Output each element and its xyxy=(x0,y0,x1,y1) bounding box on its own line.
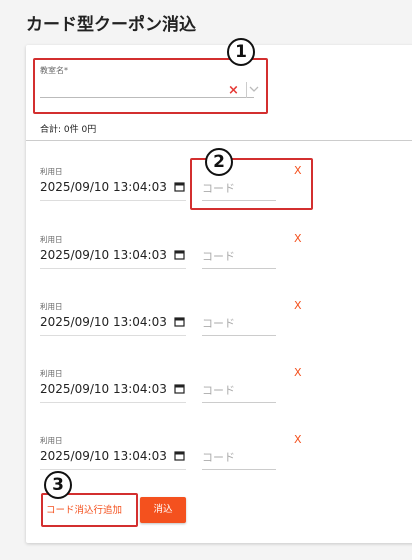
usage-date-label: 利用日 xyxy=(40,302,63,311)
datetime-underline xyxy=(40,402,186,403)
usage-date-label: 利用日 xyxy=(40,167,63,176)
code-underline xyxy=(202,335,276,336)
usage-date-label: 利用日 xyxy=(40,436,63,445)
page-title: カード型クーポン消込 xyxy=(26,15,196,35)
coupon-row: 利用日 2025/09/10 13:04:03 コード X xyxy=(40,232,410,284)
code-input[interactable]: コード xyxy=(202,449,235,465)
remove-row-button[interactable]: X xyxy=(294,299,302,312)
remove-row-button[interactable]: X xyxy=(294,232,302,245)
usage-date-label: 利用日 xyxy=(40,235,63,244)
calendar-icon[interactable] xyxy=(174,181,185,192)
datetime-underline xyxy=(40,469,186,470)
code-underline xyxy=(202,402,276,403)
code-input[interactable]: コード xyxy=(202,315,235,331)
code-input[interactable]: コード xyxy=(202,248,235,264)
usage-datetime-input[interactable]: 2025/09/10 13:04:03 xyxy=(40,315,167,329)
usage-datetime-input[interactable]: 2025/09/10 13:04:03 xyxy=(40,248,167,262)
annotation-badge-2: 2 xyxy=(205,148,233,176)
code-underline xyxy=(202,268,276,269)
remove-row-button[interactable]: X xyxy=(294,433,302,446)
remove-row-button[interactable]: X xyxy=(294,366,302,379)
usage-datetime-input[interactable]: 2025/09/10 13:04:03 xyxy=(40,180,167,194)
usage-datetime-input[interactable]: 2025/09/10 13:04:03 xyxy=(40,382,167,396)
datetime-underline xyxy=(40,200,186,201)
coupon-row: 利用日 2025/09/10 13:04:03 コード X xyxy=(40,433,410,485)
annotation-box-1 xyxy=(33,58,268,114)
calendar-icon[interactable] xyxy=(174,249,185,260)
coupon-form-card: 教室名* × 合計: 0件 0円 利用日 2025/09/10 13:04:03… xyxy=(26,45,412,543)
coupon-row: 利用日 2025/09/10 13:04:03 コード X xyxy=(40,366,410,418)
summary-divider xyxy=(26,140,412,141)
code-input[interactable]: コード xyxy=(202,382,235,398)
datetime-underline xyxy=(40,268,186,269)
calendar-icon[interactable] xyxy=(174,450,185,461)
usage-date-label: 利用日 xyxy=(40,369,63,378)
calendar-icon[interactable] xyxy=(174,316,185,327)
total-summary: 合計: 0件 0円 xyxy=(40,125,97,135)
annotation-badge-1: 1 xyxy=(227,38,255,66)
consume-button[interactable]: 消込 xyxy=(140,497,186,523)
coupon-row: 利用日 2025/09/10 13:04:03 コード X xyxy=(40,299,410,351)
annotation-badge-3: 3 xyxy=(44,471,72,499)
calendar-icon[interactable] xyxy=(174,383,185,394)
usage-datetime-input[interactable]: 2025/09/10 13:04:03 xyxy=(40,449,167,463)
code-underline xyxy=(202,469,276,470)
datetime-underline xyxy=(40,335,186,336)
